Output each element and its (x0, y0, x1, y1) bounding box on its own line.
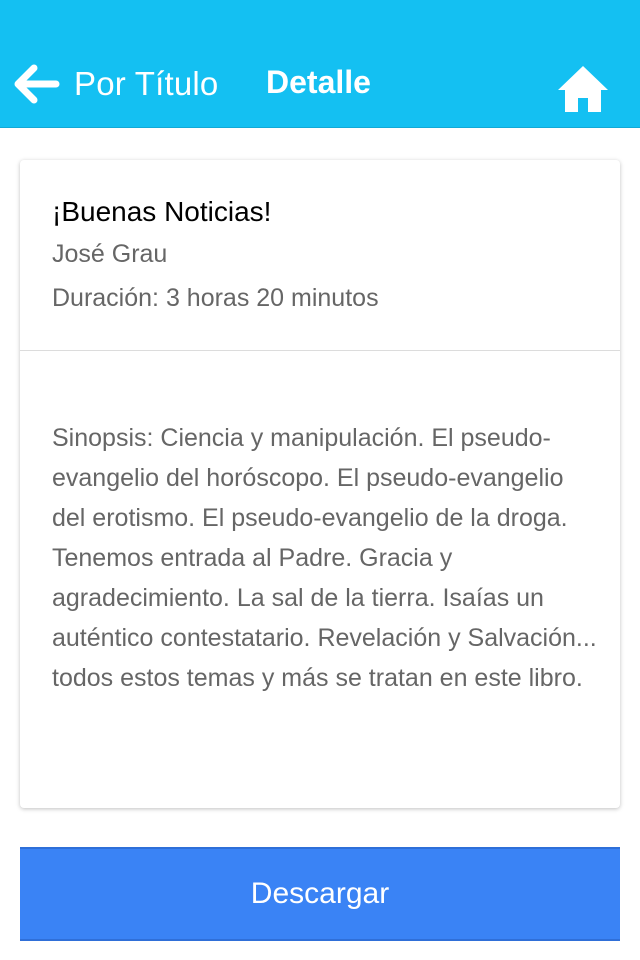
book-detail-card: ¡Buenas Noticias! José Grau Duración: 3 … (20, 160, 620, 808)
back-button[interactable]: Por Título (12, 60, 218, 108)
book-author: José Grau (52, 240, 168, 268)
book-synopsis: Sinopsis: Ciencia y manipulación. El pse… (52, 424, 597, 692)
top-bar: Por Título Detalle (0, 0, 640, 128)
home-button[interactable] (556, 62, 610, 116)
book-title: ¡Buenas Noticias! (52, 196, 272, 227)
home-icon (556, 66, 610, 120)
arrow-left-icon (12, 60, 60, 108)
book-duration: Duración: 3 horas 20 minutos (52, 284, 379, 312)
download-button[interactable]: Descargar (20, 847, 620, 941)
page-title: Detalle (266, 64, 371, 100)
book-info-section: ¡Buenas Noticias! José Grau Duración: 3 … (20, 160, 620, 351)
back-button-label: Por Título (74, 65, 219, 102)
